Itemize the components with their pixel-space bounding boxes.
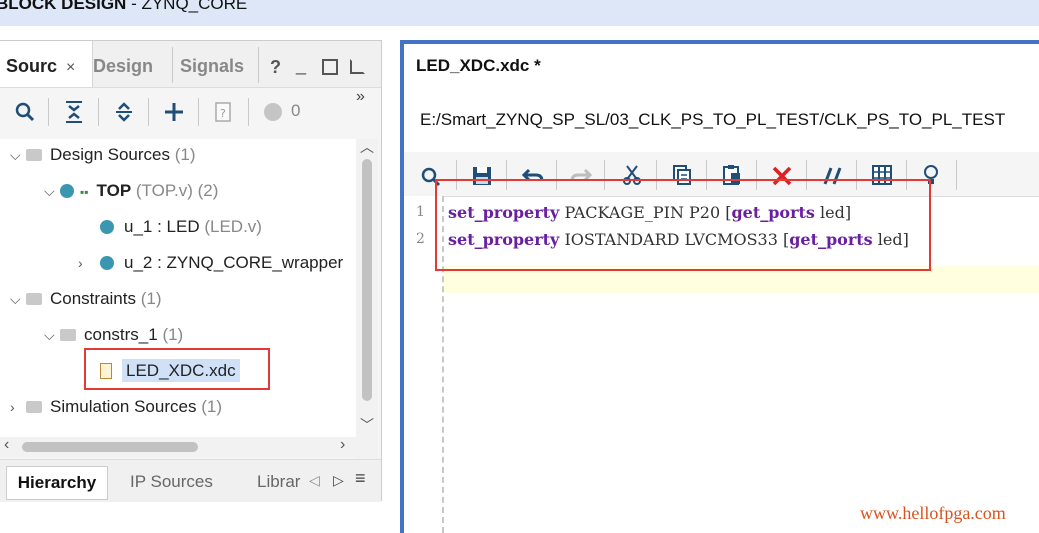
module-dot-icon [100, 219, 114, 234]
status-count: 0 [291, 101, 301, 120]
chevron-down-icon[interactable]: ﹀ [360, 415, 374, 435]
tree-hscrollbar[interactable]: ‹ › [0, 436, 356, 457]
highlight-box-code [435, 179, 931, 271]
float-icon[interactable] [350, 59, 365, 74]
tab-divider [258, 47, 259, 83]
tree-item-u2[interactable]: › u_2 : ZYNQ_CORE_wrapper [78, 247, 343, 279]
toolbar-divider [956, 160, 957, 190]
module-dot-icon [100, 255, 114, 270]
tree-vscroll-thumb[interactable] [362, 159, 372, 401]
folder-icon [26, 292, 42, 305]
minimize-icon[interactable]: _ [296, 55, 306, 76]
window-titlebar: BLOCK DESIGN - ZYNQ_CORE [0, 0, 1039, 26]
window-title: BLOCK DESIGN - ZYNQ_CORE [0, 0, 248, 13]
chevron-down-icon[interactable]: ⌵ [44, 175, 60, 207]
folder-icon [26, 400, 42, 413]
tab-ip-sources[interactable]: IP Sources [130, 466, 213, 498]
file-path: E:/Smart_ZYNQ_SP_SL/03_CLK_PS_TO_PL_TEST… [420, 110, 1006, 129]
chevron-right-icon[interactable]: › [10, 391, 26, 423]
tree-item-design-sources[interactable]: ⌵ Design Sources (1) [10, 139, 196, 171]
tab-hierarchy[interactable]: Hierarchy [6, 466, 108, 500]
watermark: www.hellofpga.com [860, 503, 1006, 523]
tab-signals[interactable]: Signals [180, 41, 256, 87]
sources-panel: Sourc × Design Signals ? _ ? 0 » ⌵ Desig… [0, 40, 382, 502]
sources-tree: ⌵ Design Sources (1) ⌵ ▪▪ TOP (TOP.v) (2) u… [0, 139, 356, 439]
chevron-left-icon[interactable]: ‹ [4, 436, 9, 454]
toolbar-divider [198, 98, 199, 126]
collapse-all-icon[interactable] [64, 100, 84, 124]
chevron-right-icon[interactable]: › [340, 436, 345, 454]
tree-hscroll-thumb[interactable] [22, 442, 198, 452]
tree-item-simulation-sources[interactable]: › Simulation Sources (1) [10, 391, 222, 423]
chevron-down-icon[interactable]: ⌵ [10, 139, 26, 171]
highlight-box-xdc [84, 348, 270, 390]
tree-vscrollbar[interactable]: ︿ ﹀ [356, 139, 378, 477]
overflow-icon[interactable]: » [356, 88, 365, 106]
expand-all-icon[interactable] [114, 100, 134, 124]
tree-item-constrs1[interactable]: ⌵ constrs_1 (1) [44, 319, 183, 351]
search-icon[interactable] [14, 101, 36, 123]
toolbar-divider [98, 98, 99, 126]
sources-bottom-tabs: Hierarchy IP Sources Librar ◁ ▷ ≡ [0, 459, 381, 502]
editor-title: LED_XDC.xdc * [416, 56, 541, 75]
tab-divider [172, 47, 173, 83]
tab-scroll-left-icon[interactable]: ◁ [309, 472, 320, 489]
chevron-down-icon[interactable]: ⌵ [10, 283, 26, 315]
folder-icon [26, 148, 42, 161]
toolbar-divider [148, 98, 149, 126]
tab-design[interactable]: Design [93, 41, 171, 87]
tree-item-constraints[interactable]: ⌵ Constraints (1) [10, 283, 162, 315]
tree-item-u1[interactable]: u_1 : LED (LED.v) [100, 211, 262, 243]
menu-icon[interactable]: ≡ [355, 468, 366, 489]
status-dot-icon [264, 103, 282, 121]
editor-panel: LED_XDC.xdc * E:/Smart_ZYNQ_SP_SL/03_CLK… [400, 40, 1039, 533]
restore-icon[interactable] [322, 59, 338, 75]
toolbar-divider [248, 98, 249, 126]
add-icon[interactable] [164, 102, 184, 122]
sources-toolbar: ? 0 » [0, 88, 381, 136]
close-icon[interactable]: × [66, 59, 75, 76]
line-number: 1 [416, 204, 425, 220]
chevron-down-icon[interactable]: ⌵ [44, 319, 60, 351]
tab-sources[interactable]: Sourc × [0, 41, 93, 87]
tab-scroll-right-icon[interactable]: ▷ [333, 472, 344, 489]
chevron-right-icon[interactable]: › [78, 247, 94, 279]
properties-icon[interactable]: ? [214, 101, 232, 123]
hierarchy-icon: ▪▪ [80, 185, 89, 199]
chevron-up-icon[interactable]: ︿ [360, 137, 374, 157]
toolbar-divider [48, 98, 49, 126]
tree-item-top[interactable]: ⌵ ▪▪ TOP (TOP.v) (2) [44, 175, 218, 207]
sources-tabbar: Sourc × Design Signals ? _ [0, 41, 381, 88]
help-icon[interactable]: ? [270, 57, 281, 78]
tab-libraries[interactable]: Librar [257, 466, 300, 498]
folder-icon [60, 328, 76, 341]
module-dot-icon [60, 183, 74, 198]
svg-text:?: ? [220, 107, 226, 120]
line-number: 2 [416, 231, 425, 247]
